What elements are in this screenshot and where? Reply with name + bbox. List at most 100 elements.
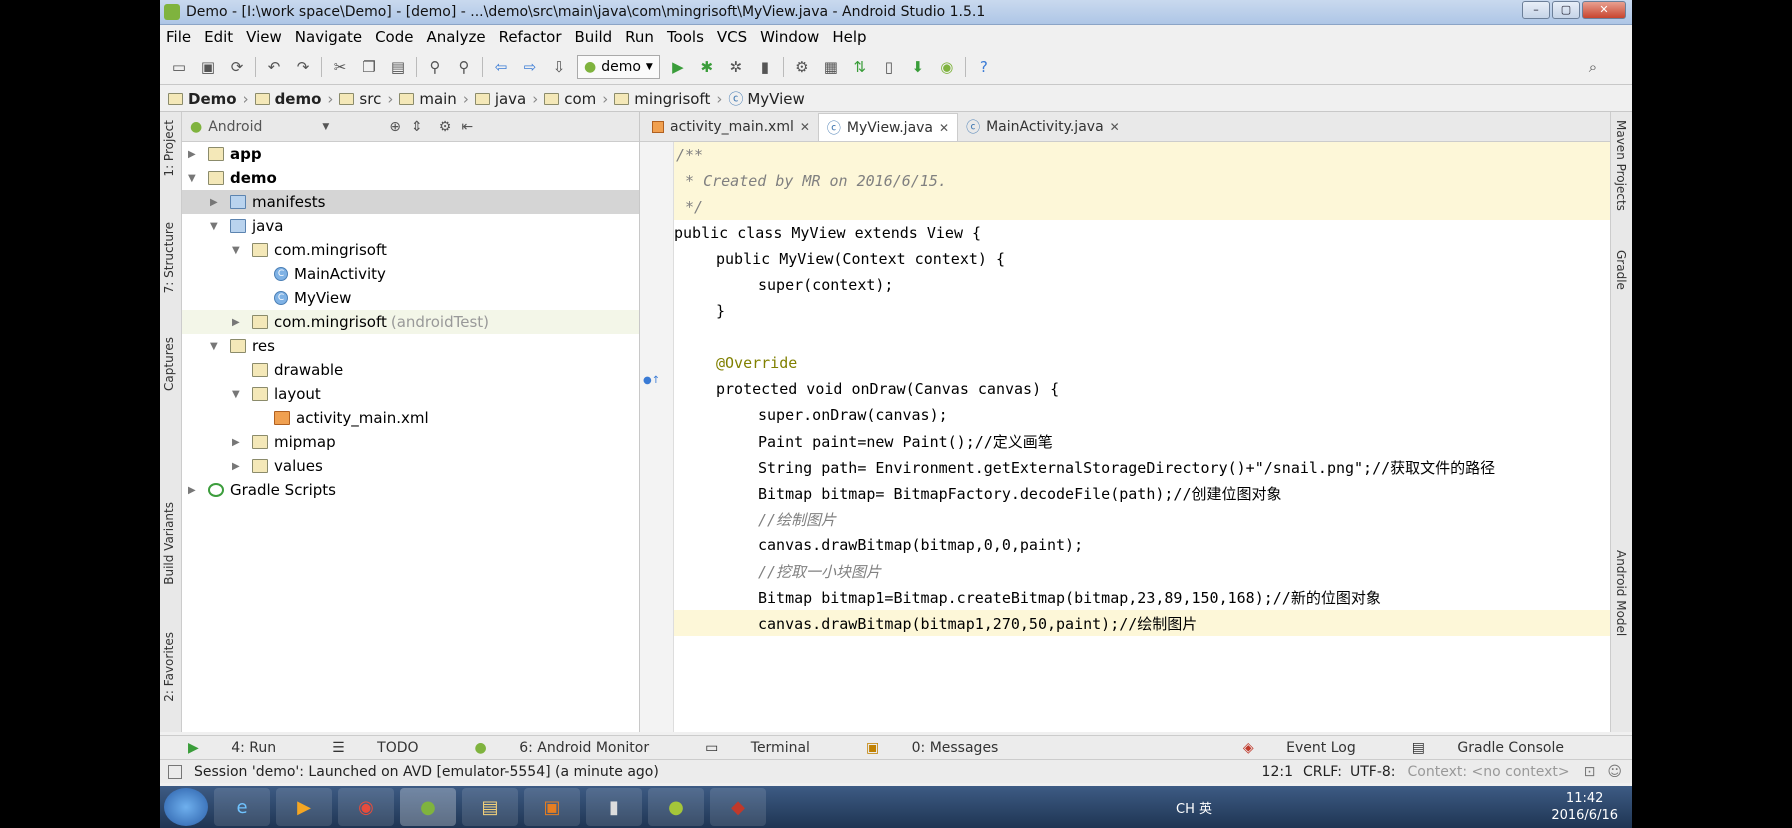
menu-help[interactable]: Help: [832, 28, 866, 46]
maximize-button[interactable]: ▢: [1552, 1, 1580, 19]
start-button[interactable]: [164, 788, 208, 826]
open-icon[interactable]: ▭: [168, 56, 190, 78]
back-icon[interactable]: ⇦: [490, 56, 512, 78]
menu-analyze[interactable]: Analyze: [426, 28, 485, 46]
tab-android-model[interactable]: Android Model: [1614, 550, 1628, 636]
redo-icon[interactable]: ↷: [292, 56, 314, 78]
tree-item-java[interactable]: ▼ java: [210, 214, 283, 238]
menu-file[interactable]: File: [166, 28, 191, 46]
editor-gutter[interactable]: ●↑: [640, 142, 674, 732]
toggle-tool-windows-icon[interactable]: [168, 764, 182, 779]
menu-build[interactable]: Build: [575, 28, 613, 46]
menu-tools[interactable]: Tools: [667, 28, 704, 46]
forward-icon[interactable]: ⇨: [519, 56, 541, 78]
android-studio-icon[interactable]: ●: [400, 788, 456, 826]
file-encoding[interactable]: UTF-8:: [1350, 764, 1396, 780]
tree-item-layout[interactable]: ▼ layout: [232, 382, 321, 406]
tab-structure[interactable]: 7: Structure: [162, 222, 176, 293]
android-device-monitor-icon[interactable]: ◉: [936, 56, 958, 78]
settings-icon[interactable]: ⚙: [791, 56, 813, 78]
cut-icon[interactable]: ✂: [329, 56, 351, 78]
caret-position[interactable]: 12:1: [1262, 764, 1293, 780]
ie-icon[interactable]: e: [214, 788, 270, 826]
presentation-icon[interactable]: ▣: [524, 788, 580, 826]
recorder-icon[interactable]: ◆: [710, 788, 766, 826]
code-area[interactable]: /** * Created by MR on 2016/6/15. */ pub…: [674, 142, 1610, 732]
explorer-icon[interactable]: ▤: [462, 788, 518, 826]
tab-android-monitor[interactable]: ● 6: Android Monitor: [475, 740, 678, 756]
gear-icon[interactable]: ⚙: [439, 119, 452, 135]
search-icon[interactable]: ⌕: [1582, 56, 1604, 78]
project-structure-icon[interactable]: ▦: [820, 56, 842, 78]
tree-item-values[interactable]: ▶ values: [232, 454, 323, 478]
tab-myview-java[interactable]: ⓒ MyView.java ✕: [817, 113, 959, 141]
collapse-icon[interactable]: ⇕: [411, 119, 423, 135]
tab-maven-projects[interactable]: Maven Projects: [1614, 120, 1628, 211]
tab-gradle-console[interactable]: ▤ Gradle Console: [1412, 740, 1592, 756]
minimize-button[interactable]: –: [1522, 1, 1550, 19]
sdk-manager-icon[interactable]: ⬇: [907, 56, 929, 78]
menu-window[interactable]: Window: [760, 28, 819, 46]
line-separator[interactable]: CRLF:: [1303, 764, 1342, 780]
breadcrumb-item[interactable]: mingrisoft ›: [614, 90, 722, 108]
run-config-select[interactable]: ● demo ▼: [577, 54, 660, 79]
tree-item-myview[interactable]: C MyView: [254, 286, 351, 310]
media-player-icon[interactable]: ▶: [276, 788, 332, 826]
breadcrumb-item[interactable]: main ›: [399, 90, 469, 108]
terminal-icon[interactable]: ▮: [586, 788, 642, 826]
browser-icon[interactable]: ◉: [338, 788, 394, 826]
tree-item-drawable[interactable]: drawable: [232, 358, 343, 382]
tree-item-app[interactable]: ▶ app: [188, 142, 262, 166]
menu-edit[interactable]: Edit: [204, 28, 233, 46]
tab-gradle[interactable]: Gradle: [1614, 250, 1628, 290]
make-project-icon[interactable]: ⇩: [548, 56, 570, 78]
tree-item-demo[interactable]: ▼ demo: [188, 166, 277, 190]
ime-indicator[interactable]: CH 英: [1176, 798, 1212, 817]
tab-build-variants[interactable]: Build Variants: [162, 502, 176, 585]
target-icon[interactable]: ⊕: [389, 119, 401, 135]
android-emulator-icon[interactable]: ●: [648, 788, 704, 826]
inspector-icon[interactable]: ☺: [1607, 764, 1622, 780]
tab-messages[interactable]: ▣ 0: Messages: [866, 740, 1026, 756]
breadcrumb-item[interactable]: ⓒ MyView: [728, 88, 804, 109]
tree-item-mainactivity[interactable]: C MainActivity: [254, 262, 386, 286]
tab-mainactivity-java[interactable]: ⓒ MainActivity.java ✕: [958, 113, 1128, 141]
clock[interactable]: 11:42 2016/6/16: [1551, 790, 1618, 824]
menu-view[interactable]: View: [246, 28, 282, 46]
title-bar[interactable]: Demo - [I:\work space\Demo] - [demo] - .…: [160, 0, 1632, 25]
tab-terminal[interactable]: ▭ Terminal: [705, 740, 838, 756]
tree-item-package[interactable]: ▼ com.mingrisoft: [232, 238, 387, 262]
menu-code[interactable]: Code: [375, 28, 413, 46]
close-icon[interactable]: ✕: [939, 121, 949, 135]
breadcrumb-item[interactable]: demo ›: [254, 90, 333, 108]
breadcrumb-item[interactable]: src ›: [339, 90, 393, 108]
sync-icon[interactable]: ⟳: [226, 56, 248, 78]
avd-manager-icon[interactable]: ▯: [878, 56, 900, 78]
android-monitor-icon[interactable]: ▮: [754, 56, 776, 78]
tab-favorites[interactable]: 2: Favorites: [162, 632, 176, 702]
tab-activity-main-xml[interactable]: activity_main.xml ✕: [644, 113, 818, 141]
tab-event-log[interactable]: ◈ Event Log: [1243, 740, 1384, 756]
close-icon[interactable]: ✕: [1110, 120, 1120, 134]
save-icon[interactable]: ▣: [197, 56, 219, 78]
menu-vcs[interactable]: VCS: [717, 28, 747, 46]
tab-project[interactable]: 1: Project: [162, 120, 176, 177]
undo-icon[interactable]: ↶: [263, 56, 285, 78]
tree-item-activity-main-xml[interactable]: activity_main.xml: [254, 406, 429, 430]
paste-icon[interactable]: ▤: [387, 56, 409, 78]
breadcrumb-item[interactable]: java ›: [474, 90, 538, 108]
menu-navigate[interactable]: Navigate: [295, 28, 362, 46]
tab-run[interactable]: ▶ 4: Run: [188, 740, 304, 756]
run-icon[interactable]: ▶: [667, 56, 689, 78]
replace-icon[interactable]: ⚲: [453, 56, 475, 78]
breadcrumb-item[interactable]: Demo ›: [168, 90, 249, 108]
tree-item-gradle-scripts[interactable]: ▶ Gradle Scripts: [188, 478, 336, 502]
copy-icon[interactable]: ❐: [358, 56, 380, 78]
menu-run[interactable]: Run: [625, 28, 654, 46]
breadcrumb-item[interactable]: com ›: [544, 90, 608, 108]
tree-item-androidtest-package[interactable]: ▶ com.mingrisoft (androidTest): [182, 310, 639, 334]
find-icon[interactable]: ⚲: [424, 56, 446, 78]
help-icon[interactable]: ?: [973, 56, 995, 78]
tab-captures[interactable]: Captures: [162, 337, 176, 391]
project-view-select[interactable]: Android: [208, 119, 262, 135]
